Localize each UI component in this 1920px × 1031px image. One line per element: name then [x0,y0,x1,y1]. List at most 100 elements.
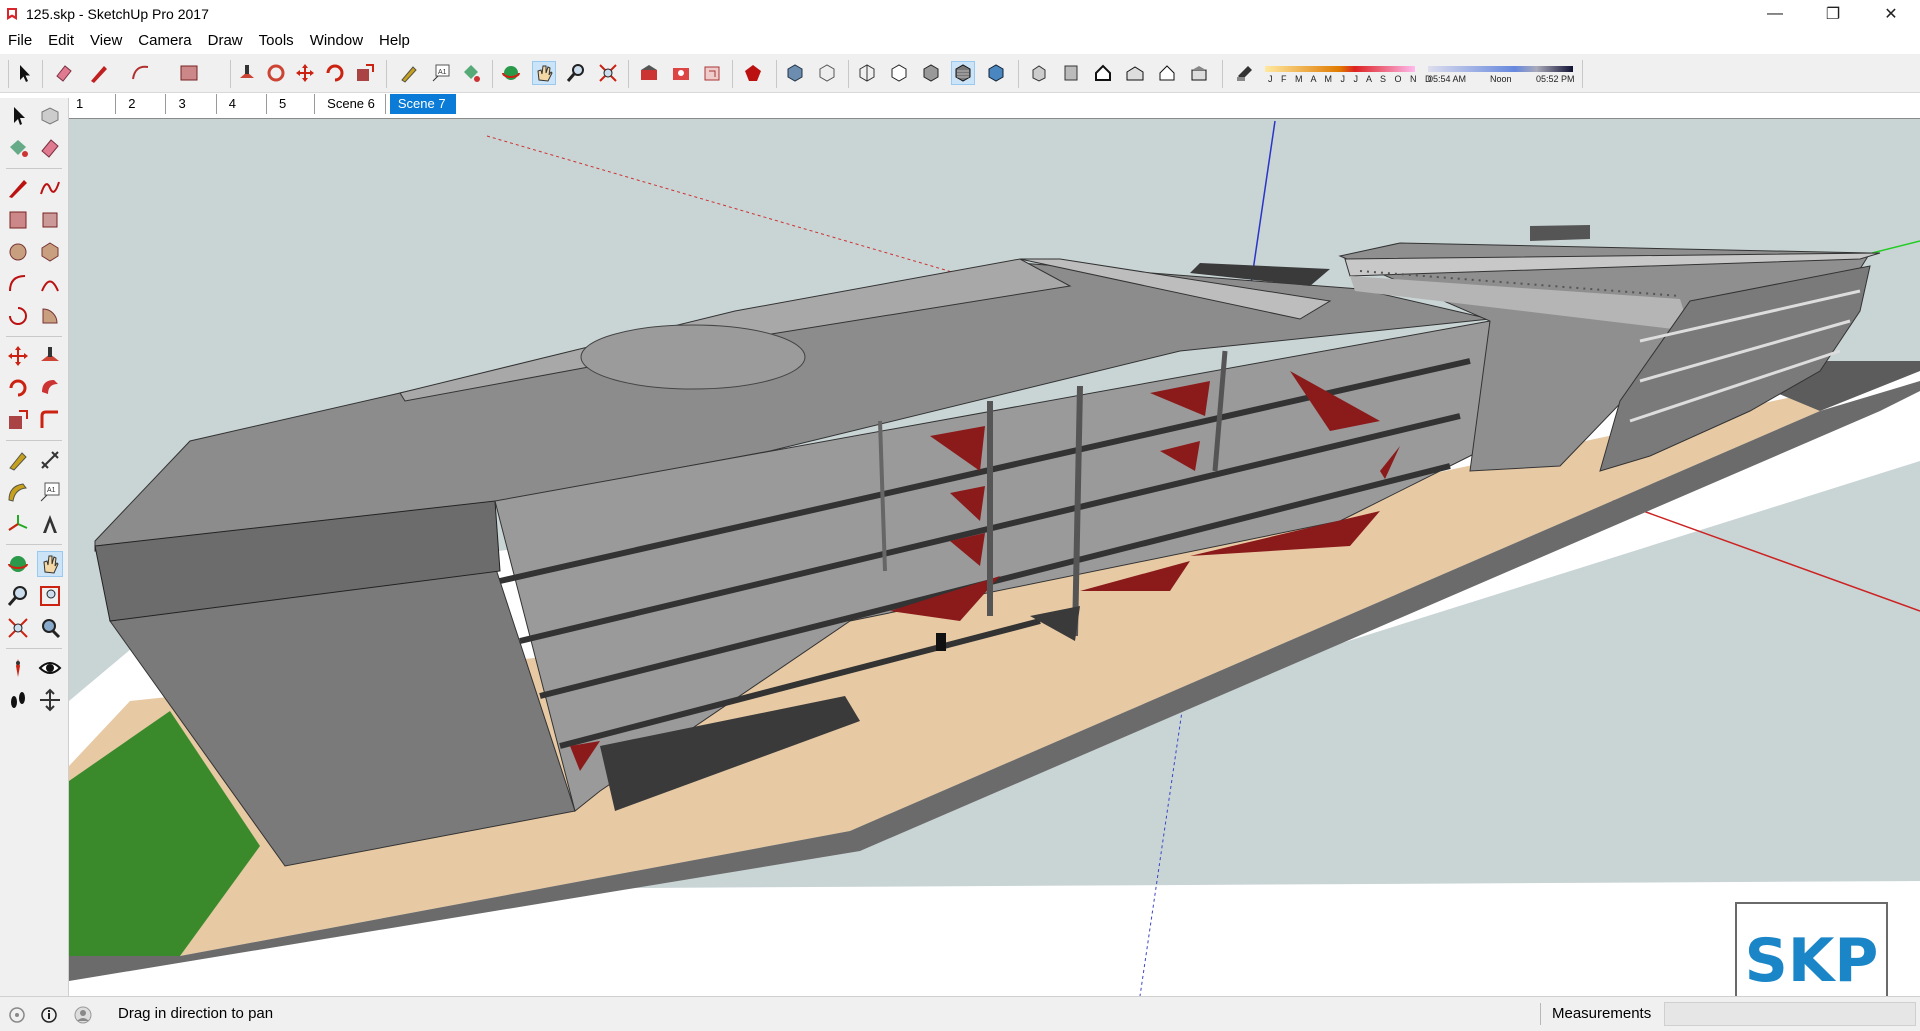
scale-icon[interactable] [6,408,30,432]
two-point-arc-icon[interactable] [38,272,62,296]
circle-icon[interactable] [6,240,30,264]
pan-icon[interactable] [532,61,556,85]
pencil-line-icon[interactable] [88,62,110,84]
right-view-icon[interactable] [1124,62,1146,84]
scene-tab-2[interactable]: 2 [120,94,167,114]
share-model-icon[interactable] [670,62,692,84]
left-tool-palette: A1 [0,98,69,998]
select-arrow-icon[interactable] [13,62,35,84]
arc-icon[interactable] [130,62,152,84]
eraser-icon[interactable] [53,62,75,84]
scene-tab-3[interactable]: 3 [170,94,217,114]
text-tool-icon[interactable]: A1 [430,62,452,84]
tape-measure-icon[interactable] [398,62,420,84]
front-view-icon[interactable] [1092,62,1114,84]
section-plane-icon[interactable] [38,688,62,712]
previous-view-icon[interactable] [38,616,62,640]
scene-tab-7[interactable]: Scene 7 [389,94,456,114]
rotate-icon[interactable] [324,62,346,84]
select-icon[interactable] [6,104,30,128]
move-icon[interactable] [294,62,316,84]
follow-me-icon[interactable] [265,62,287,84]
back-view-icon[interactable] [1156,62,1178,84]
three-point-arc-icon[interactable] [6,304,30,328]
menu-window[interactable]: Window [302,28,371,54]
monochrome-icon[interactable] [985,62,1007,84]
look-around-icon[interactable] [38,656,62,680]
month-labels: J F M A M J J A S O N D [1268,74,1435,84]
menu-view[interactable]: View [82,28,130,54]
window-title: 125.skp - SketchUp Pro 2017 [26,6,209,22]
move-icon[interactable] [6,344,30,368]
model-viewport[interactable] [69,118,1920,997]
paint-bucket-icon[interactable] [6,136,30,160]
shaded-textures-icon[interactable] [951,61,975,85]
3d-text-icon[interactable] [38,512,62,536]
top-view-icon[interactable] [1060,62,1082,84]
user-account-icon[interactable] [74,1006,92,1024]
text-icon[interactable]: A1 [38,480,62,504]
hidden-line-icon[interactable] [888,62,910,84]
polygon-icon[interactable] [38,240,62,264]
rotate-icon[interactable] [6,376,30,400]
eraser-icon[interactable] [38,136,62,160]
scene-tab-6[interactable]: Scene 6 [319,94,386,114]
menu-help[interactable]: Help [371,28,418,54]
scene-tab-4[interactable]: 4 [221,94,267,114]
credits-info-icon[interactable] [40,1006,58,1024]
follow-me-icon[interactable] [38,376,62,400]
axes-icon[interactable] [6,512,30,536]
push-pull-icon[interactable] [38,344,62,368]
paint-bucket-icon[interactable] [460,62,482,84]
orbit-icon[interactable] [500,62,522,84]
menu-tools[interactable]: Tools [251,28,302,54]
dimension-icon[interactable] [38,448,62,472]
tape-measure-icon[interactable] [6,448,30,472]
zoom-icon[interactable] [565,62,587,84]
protractor-icon[interactable] [6,480,30,504]
scene-tab-5[interactable]: 5 [271,94,316,114]
scale-icon[interactable] [354,62,376,84]
maximize-button[interactable]: ❐ [1804,0,1862,28]
wireframe-icon[interactable] [856,62,878,84]
geo-location-icon[interactable] [8,1006,26,1024]
menu-bar: File Edit View Camera Draw Tools Window … [0,28,1920,54]
orbit-icon[interactable] [6,552,30,576]
xray-style-icon[interactable] [784,62,806,84]
menu-camera[interactable]: Camera [130,28,199,54]
measurements-input[interactable] [1664,1002,1916,1026]
scene-tab-1[interactable]: 1 [68,94,117,114]
minimize-button[interactable]: — [1746,0,1804,28]
arc-icon[interactable] [6,272,30,296]
shaded-icon[interactable] [920,62,942,84]
share-component-icon[interactable] [701,62,723,84]
offset-icon[interactable] [38,408,62,432]
extension-warehouse-icon[interactable] [742,62,764,84]
zoom-extents-icon[interactable] [6,616,30,640]
menu-edit[interactable]: Edit [40,28,82,54]
warehouse-icon[interactable] [638,62,660,84]
left-view-icon[interactable] [1188,62,1210,84]
menu-file[interactable]: File [0,28,40,54]
walk-icon[interactable] [6,688,30,712]
close-button[interactable]: ✕ [1862,0,1920,28]
rectangle-icon[interactable] [178,62,200,84]
menu-draw[interactable]: Draw [200,28,251,54]
line-icon[interactable] [6,176,30,200]
push-pull-icon[interactable] [236,62,258,84]
pan-hand-icon[interactable] [37,551,63,577]
shadows-toggle-icon[interactable] [1234,62,1256,84]
zoom-window-icon[interactable] [38,584,62,608]
freehand-icon[interactable] [38,176,62,200]
zoom-extents-icon[interactable] [597,62,619,84]
make-component-icon[interactable] [38,104,62,128]
zoom-icon[interactable] [6,584,30,608]
month-slider[interactable] [1265,64,1415,74]
rectangle-icon[interactable] [6,208,30,232]
position-camera-icon[interactable] [6,656,30,680]
pie-icon[interactable] [38,304,62,328]
back-edges-icon[interactable] [816,62,838,84]
rotated-rectangle-icon[interactable] [38,208,62,232]
time-slider[interactable] [1428,64,1573,74]
iso-view-icon[interactable] [1028,62,1050,84]
